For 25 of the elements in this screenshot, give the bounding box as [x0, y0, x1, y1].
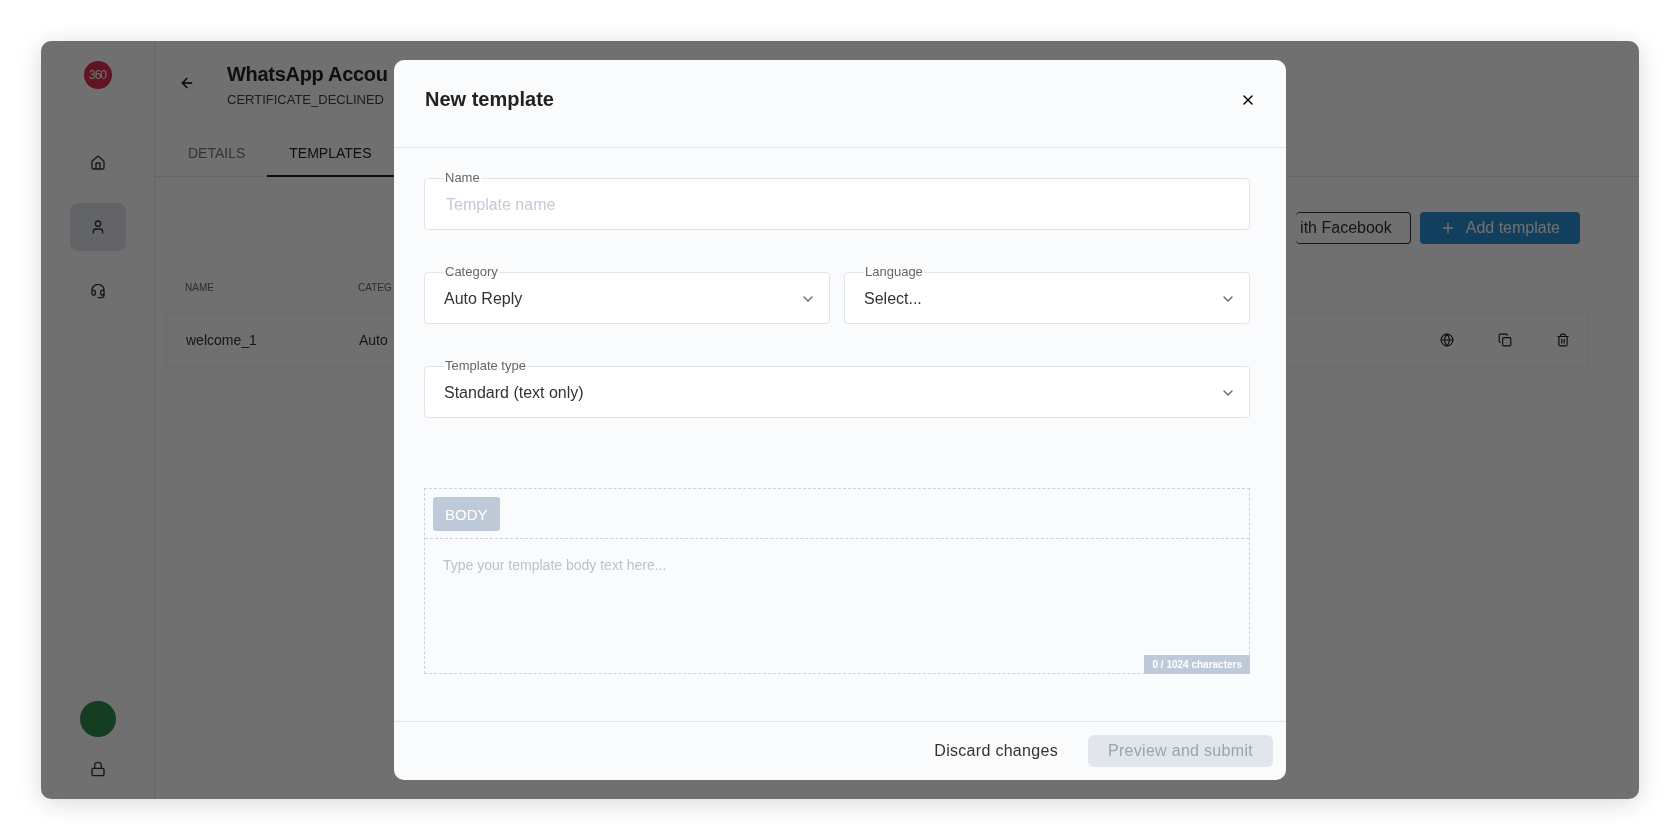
input-field[interactable]: Name Template name: [424, 169, 1250, 230]
table-cell-text: Auto: [359, 332, 389, 348]
discard-button[interactable]: Discard changes: [934, 735, 1058, 767]
column-header: CATEG: [358, 282, 393, 293]
character-counter: 0 / 1024 characters: [1144, 655, 1250, 674]
column-header: NAME: [185, 282, 215, 293]
home-icon: [89, 155, 106, 171]
page-title: WhatsApp Accou: [227, 63, 388, 86]
text-input[interactable]: Template name: [444, 195, 1236, 215]
tab[interactable]: DETAILS: [166, 131, 268, 177]
copy-icon[interactable]: [1498, 333, 1512, 347]
lock-icon[interactable]: [89, 761, 106, 777]
select-field[interactable]: Category Auto Reply: [424, 263, 830, 324]
trash-icon[interactable]: [1556, 333, 1570, 347]
globe-icon[interactable]: [1440, 333, 1454, 347]
dialog-title: New template: [425, 88, 554, 111]
status-text: CERTIFICATE_DECLINED: [227, 92, 385, 107]
add-button[interactable]: Add template: [1419, 212, 1580, 244]
select-field[interactable]: Template type Standard (text only): [424, 357, 1250, 418]
table-cell-text: welcome_1: [186, 332, 258, 348]
select-field[interactable]: Language Select...: [844, 263, 1250, 324]
headset-icon: [89, 283, 106, 299]
logo: 360: [83, 61, 112, 89]
back-icon[interactable]: [179, 75, 195, 91]
avatar[interactable]: [79, 701, 116, 737]
